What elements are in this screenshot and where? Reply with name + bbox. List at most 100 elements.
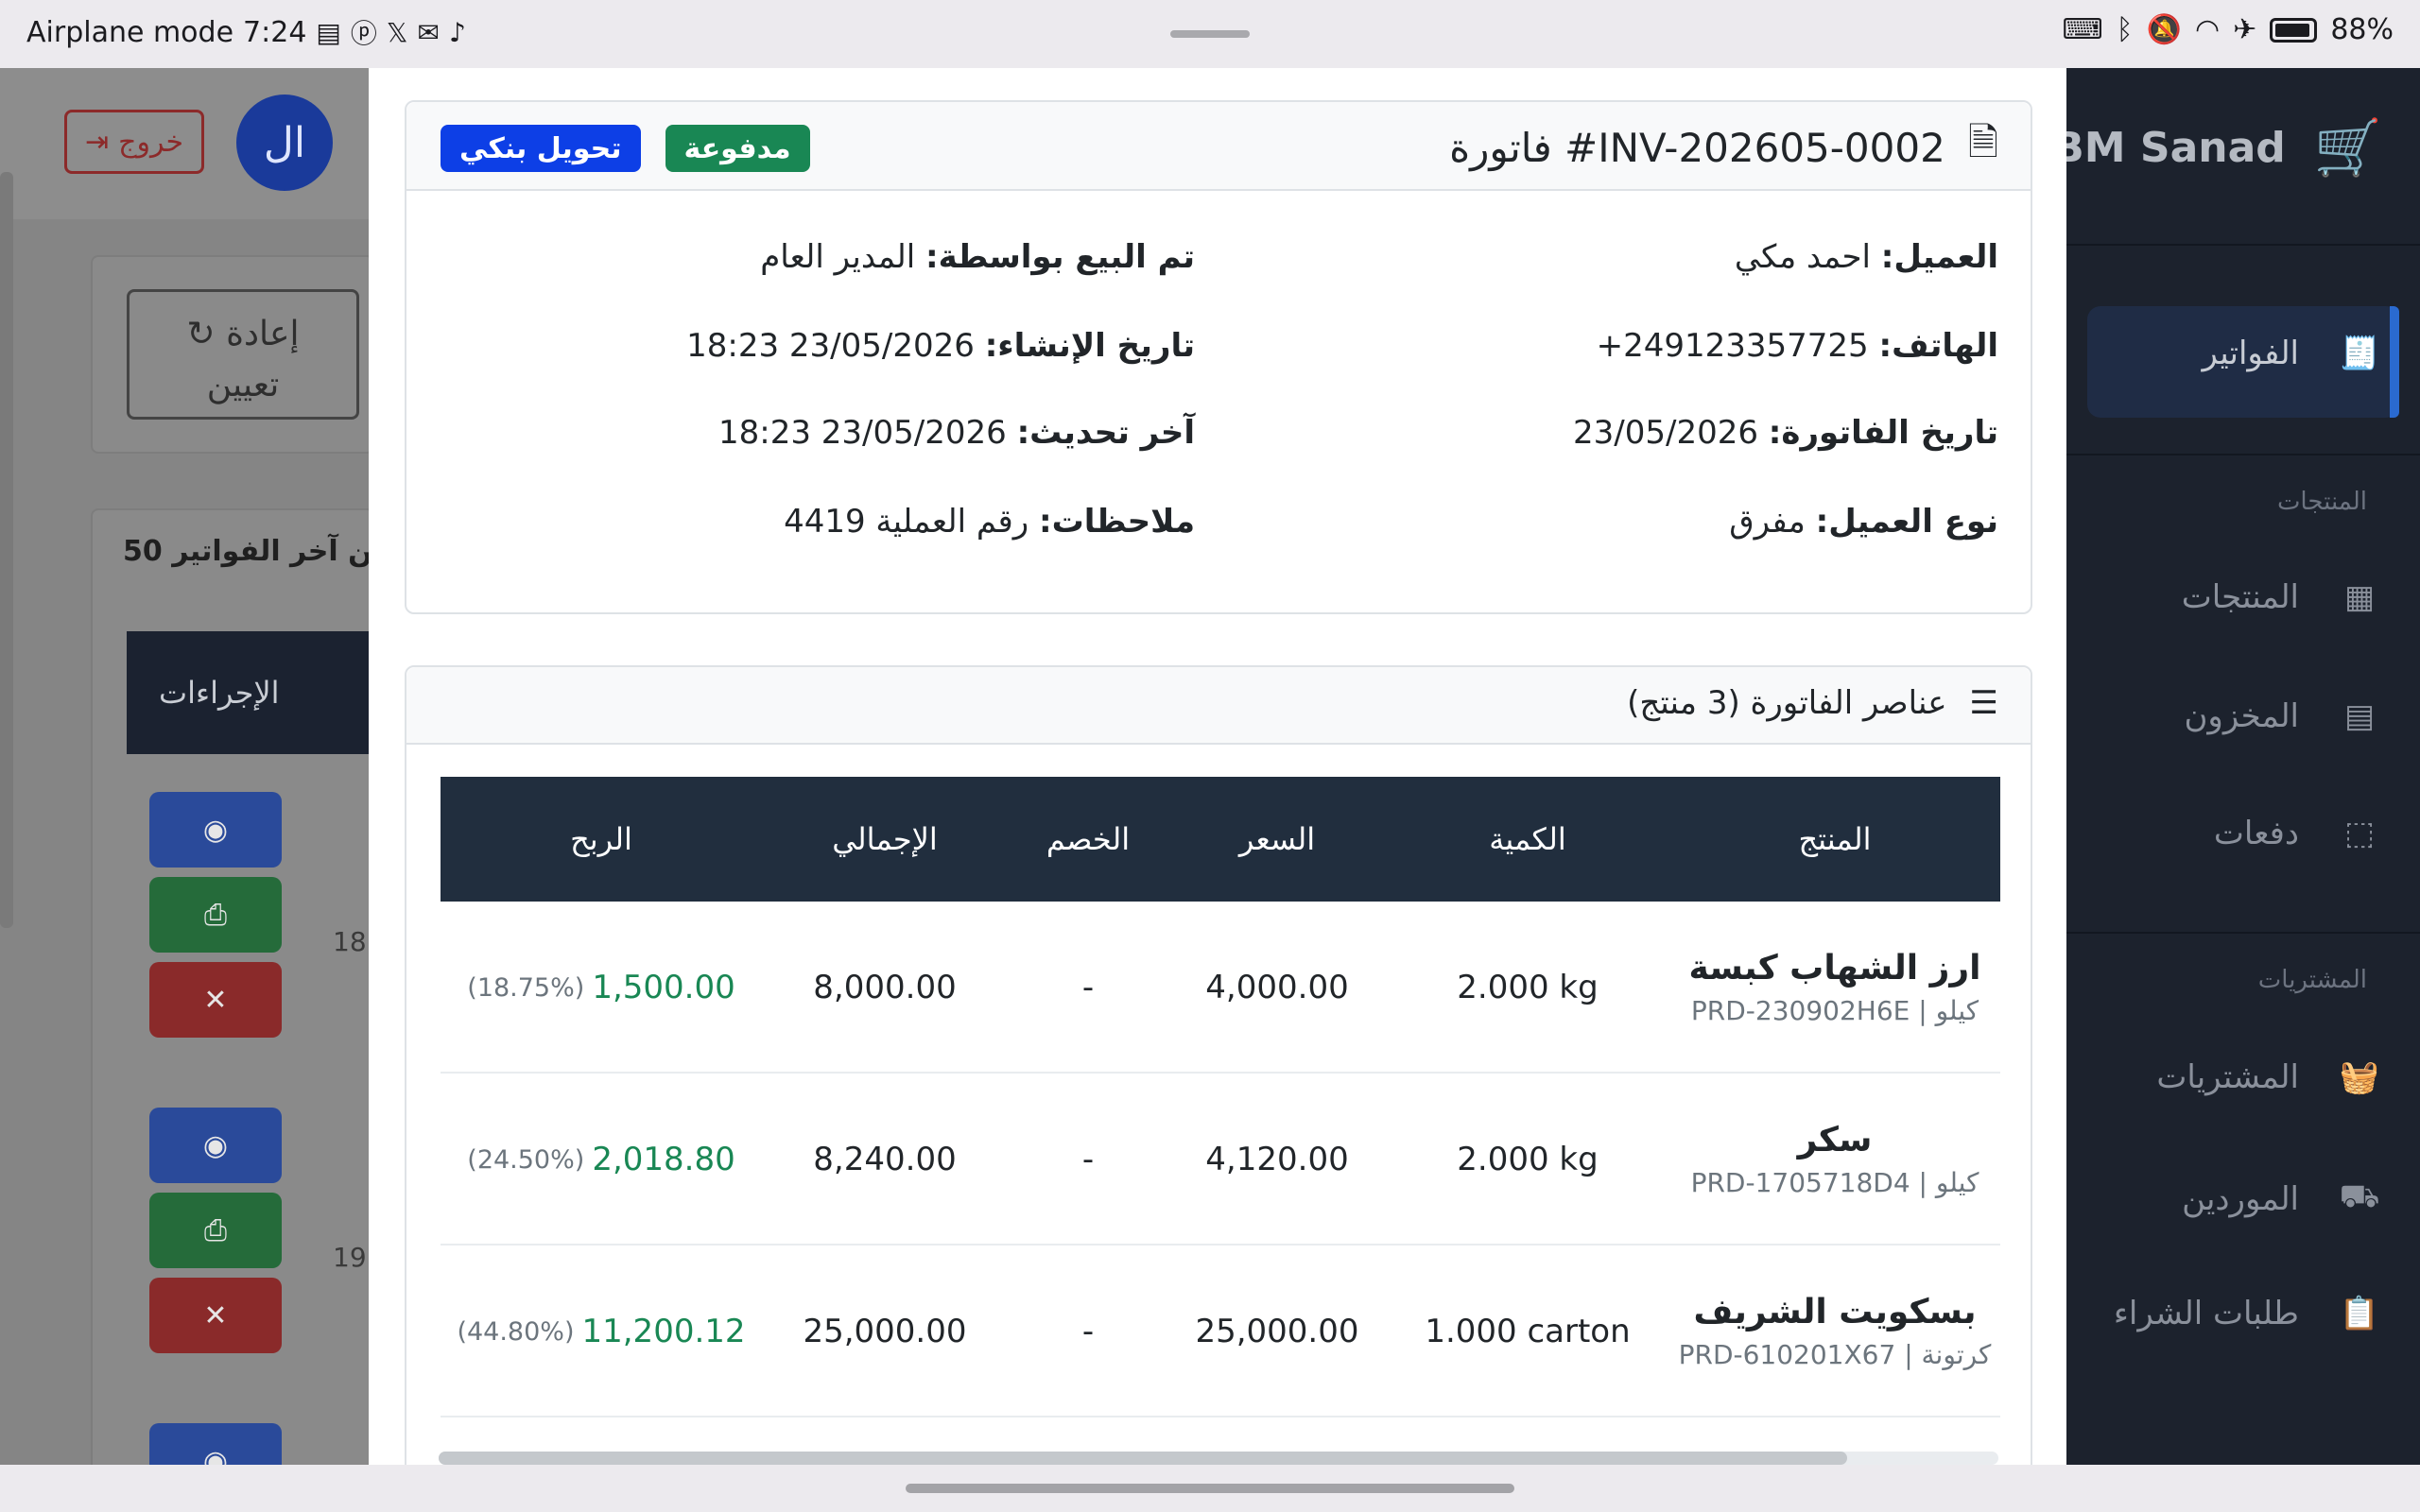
status-bar-left: Airplane mode 7:24 ▤ ⓟ 𝕏 ✉ ♪ <box>26 13 466 51</box>
avatar[interactable]: ال <box>236 94 333 191</box>
pinterest-icon: ⓟ <box>350 18 377 49</box>
printer-icon: ⎙ <box>204 1213 227 1247</box>
sidebar-item-invoices[interactable]: الفواتير 🧾 <box>2203 335 2383 372</box>
sidebar-item-label: الموردين <box>2182 1179 2299 1218</box>
close-icon: ✕ <box>203 983 228 1017</box>
sold-by-label: تم البيع بواسطة: <box>925 238 1195 276</box>
phone-value: +249123357725 <box>1596 327 1869 365</box>
sidebar-section-purchases: المشتريات <box>2257 966 2367 994</box>
print-button[interactable]: ⎙ <box>149 877 282 953</box>
sidebar-item-purchases[interactable]: المشتريات 🧺 <box>2156 1058 2382 1096</box>
qty-cell: 1.000 carton <box>1425 1313 1631 1350</box>
column-header-price: السعر <box>1238 821 1316 857</box>
customer-value: احمد مكي <box>1734 238 1871 276</box>
list-icon: ☰ <box>1969 684 1998 722</box>
product-cell: ارز الشهاب كبسة PRD-230902H6E | كيلو <box>1669 902 2000 1074</box>
mail-icon: ✉ <box>417 16 440 48</box>
eye-icon: ◉ <box>202 1128 229 1162</box>
table-row: سكر PRD-1705718D4 | كيلو 2.000 kg 4,120.… <box>441 1074 2000 1246</box>
invoice-doc-icon: 🗎 <box>1967 121 1998 164</box>
sidebar-item-suppliers[interactable]: الموردين ⛟ <box>2182 1177 2382 1220</box>
product-name: ارز الشهاب كبسة <box>1688 949 1981 988</box>
reset-label-1: إعادة <box>226 315 300 353</box>
multitask-handle[interactable] <box>1170 30 1250 38</box>
logout-icon: ⇥ <box>84 125 110 159</box>
table-row: ارز الشهاب كبسة PRD-230902H6E | كيلو 2.0… <box>441 902 2000 1074</box>
sidebar-section-products: المنتجات <box>2276 488 2367 516</box>
items-title-text: عناصر الفاتورة (3 منتج) <box>1627 684 1947 722</box>
batch-box-icon: ⬚ <box>2343 815 2376 852</box>
view-button[interactable]: ◉ <box>149 1108 282 1183</box>
invoice-details-card: فاتورة #INV-202605-0002 🗎 مدفوعة تحويل ب… <box>405 100 2032 614</box>
sidebar-item-label: دفعات <box>2213 815 2299 852</box>
background-scrollbar[interactable] <box>0 172 13 928</box>
discount-cell: - <box>1081 1313 1095 1350</box>
total-cell: 8,000.00 <box>813 969 957 1006</box>
sidebar-item-batches[interactable]: دفعات ⬚ <box>2214 815 2382 852</box>
sold-by-info: تم البيع بواسطة: المدير العام <box>760 238 1195 276</box>
boxes-icon: ▦ <box>2343 578 2376 616</box>
wifi-icon: ◠ <box>2194 13 2221 46</box>
profit-value: 2,018.80 <box>592 1141 735 1178</box>
product-sku: PRD-610201X67 | كرتونة <box>1678 1339 1992 1370</box>
column-header-qty: الكمية <box>1489 821 1566 857</box>
sidebar-item-label: طلبات الشراء <box>2113 1295 2299 1332</box>
warehouse-icon: ▤ <box>2343 697 2376 735</box>
actions-column-header: الإجراءات <box>127 631 374 754</box>
total-cell: 25,000.00 <box>803 1313 967 1350</box>
product-name: سكر <box>1797 1121 1873 1160</box>
keyboard-icon: ⌨ <box>2062 13 2103 46</box>
scrollbar-thumb[interactable] <box>439 1452 1847 1465</box>
sidebar-item-purchase-orders[interactable]: طلبات الشراء 📋 <box>2114 1295 2382 1332</box>
updated-label: آخر تحديث: <box>1016 414 1195 452</box>
supplier-truck-icon: ⛟ <box>2339 1177 2380 1215</box>
total-cell: 8,240.00 <box>813 1141 957 1178</box>
table-horizontal-scrollbar[interactable] <box>439 1452 1998 1465</box>
profit-value: 11,200.12 <box>581 1313 746 1350</box>
created-info: تاريخ الإنشاء: 23/05/2026 18:23 <box>686 327 1195 365</box>
invoice-date-label: تاريخ الفاتورة: <box>1768 414 1998 452</box>
home-gesture-handle[interactable] <box>906 1484 1514 1493</box>
last-invoices-title: 50 من آخر الفواتير <box>123 535 391 568</box>
invoice-icon: 🧾 <box>2339 335 2380 372</box>
product-name: بسكويت الشريف <box>1693 1293 1977 1332</box>
view-button[interactable]: ◉ <box>149 792 282 868</box>
logout-button[interactable]: ⇥ خروج <box>64 110 204 174</box>
brand[interactable]: ABM Sanad 🛒 <box>2020 115 2382 180</box>
tiktok-icon: ♪ <box>448 16 466 48</box>
price-cell: 4,000.00 <box>1205 969 1349 1006</box>
column-header-product: المنتج <box>1798 821 1872 857</box>
printer-icon: ⎙ <box>204 898 227 932</box>
view-button[interactable]: ◉ <box>149 1423 282 1465</box>
invoice-modal: فاتورة #INV-202605-0002 🗎 مدفوعة تحويل ب… <box>369 68 2066 1465</box>
sidebar-item-label: المشتريات <box>2156 1058 2299 1096</box>
profit-cell: (44.80%) 11,200.12 <box>441 1246 762 1418</box>
profit-cell: (18.75%) 1,500.00 <box>441 902 762 1074</box>
discount-cell: - <box>1081 1141 1095 1178</box>
invoice-items-header: عناصر الفاتورة (3 منتج) ☰ <box>406 667 2031 745</box>
sidebar-item-label: المخزون <box>2184 697 2299 735</box>
customer-info: العميل: احمد مكي <box>1735 238 1998 276</box>
eye-icon: ◉ <box>202 1444 229 1466</box>
profit-percent: (24.50%) <box>467 1144 585 1175</box>
customer-type-info: نوع العميل: مفرق <box>1729 503 1998 541</box>
price-cell: 4,120.00 <box>1205 1141 1349 1178</box>
sidebar-divider <box>2066 454 2420 455</box>
print-button[interactable]: ⎙ <box>149 1193 282 1268</box>
delete-button[interactable]: ✕ <box>149 962 282 1038</box>
product-sku: PRD-1705718D4 | كيلو <box>1690 1167 1979 1198</box>
product-cell: سكر PRD-1705718D4 | كيلو <box>1669 1074 2000 1246</box>
invoice-date-value: 23/05/2026 <box>1573 414 1758 452</box>
sidebar-item-inventory[interactable]: المخزون ▤ <box>2184 697 2382 735</box>
background-content: ⇥ خروج ال ↻ إعادة تعيين 50 من آخر الفوات… <box>0 68 391 1465</box>
sidebar-item-products[interactable]: المنتجات ▦ <box>2182 578 2382 616</box>
battery-icon <box>2270 17 2318 43</box>
customer-type-value: مفرق <box>1729 503 1806 541</box>
status-badge: مدفوعة <box>665 125 810 172</box>
reset-button[interactable]: ↻ إعادة تعيين <box>127 289 359 420</box>
customer-type-label: نوع العميل: <box>1815 503 1998 541</box>
profit-cell: (24.50%) 2,018.80 <box>441 1074 762 1246</box>
airplane-icon: ✈ <box>2233 13 2257 46</box>
payment-method-badge: تحويل بنكي <box>441 125 641 172</box>
delete-button[interactable]: ✕ <box>149 1278 282 1353</box>
